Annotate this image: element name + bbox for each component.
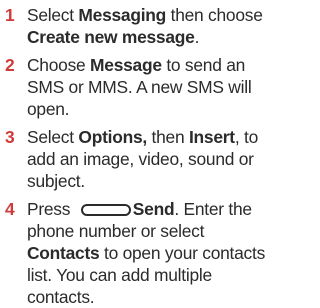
- step-3: 3 Select Options, then Insert, to add an…: [1, 126, 266, 192]
- step-number: 2: [5, 55, 15, 75]
- step-text: Choose: [27, 55, 91, 75]
- step-keyword: Create new message: [27, 27, 195, 47]
- step-text: then: [146, 127, 189, 147]
- step-1: 1 Select Messaging then choose Create ne…: [1, 4, 266, 48]
- step-2: 2 Choose Message to send an SMS or MMS. …: [1, 54, 266, 120]
- step-text: Press: [27, 199, 75, 219]
- step-keyword: Options,: [78, 127, 147, 147]
- step-keyword: Insert: [188, 127, 235, 147]
- step-keyword: Send: [132, 199, 175, 219]
- instruction-steps: 1 Select Messaging then choose Create ne…: [0, 0, 270, 307]
- step-text: then choose: [166, 5, 263, 25]
- step-number: 3: [5, 127, 15, 147]
- step-number: 1: [5, 5, 15, 25]
- step-4: 4 Press Send. Enter the phone number or …: [1, 198, 266, 308]
- step-text: Select: [27, 5, 79, 25]
- step-number: 4: [5, 199, 15, 219]
- step-keyword: Messaging: [78, 5, 167, 25]
- softkey-button-icon: [80, 204, 131, 216]
- step-text: Select: [27, 127, 79, 147]
- step-text: .: [194, 27, 200, 47]
- step-keyword: Message: [90, 55, 162, 75]
- step-keyword: Contacts: [27, 243, 100, 263]
